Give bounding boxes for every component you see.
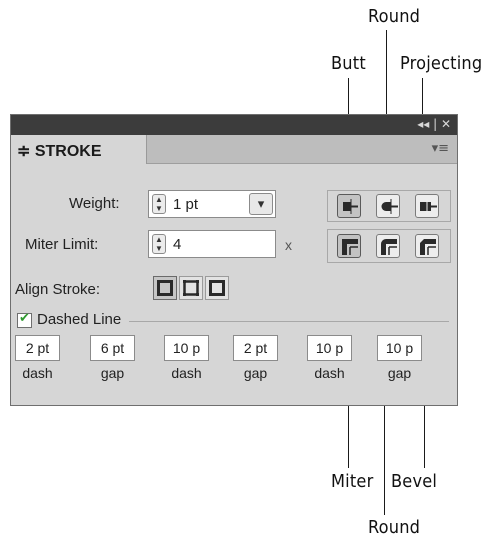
join-buttons-group [327, 229, 451, 263]
bevel-join-icon [420, 239, 436, 255]
miter-join-button[interactable] [337, 234, 361, 258]
panel-menu-icon[interactable]: ▾≡ [432, 141, 449, 156]
callout-projecting: Projecting [400, 53, 483, 74]
butt-cap-button[interactable] [337, 194, 361, 218]
tab-stroke-label: ≑ STROKE [17, 143, 102, 160]
miter-limit-suffix: x [285, 237, 292, 253]
check-icon: ✔ [19, 311, 30, 326]
miter-limit-value: 4 [173, 236, 182, 253]
dashed-line-label: Dashed Line [37, 311, 122, 328]
align-inside-icon [183, 280, 199, 296]
weight-stepper-icon[interactable]: ▲ ▼ [152, 194, 166, 214]
align-center-button[interactable] [153, 276, 177, 300]
round-join-button[interactable] [376, 234, 400, 258]
weight-label: Weight: [69, 195, 120, 212]
gap-3-label: gap [387, 365, 412, 381]
bevel-join-button[interactable] [415, 234, 439, 258]
align-outside-button[interactable] [205, 276, 229, 300]
callout-butt: Butt [331, 53, 366, 74]
projecting-cap-icon [420, 199, 437, 214]
collapse-close-icon[interactable]: ◂◂ | ✕ [417, 117, 451, 131]
dash-3-field[interactable]: 10 p [307, 335, 352, 361]
dash-2-label: dash [171, 365, 202, 381]
align-inside-button[interactable] [179, 276, 203, 300]
dash-1-label: dash [22, 365, 53, 381]
round-cap-icon [381, 199, 398, 214]
projecting-cap-button[interactable] [415, 194, 439, 218]
cap-buttons-group [327, 190, 451, 222]
panel-titlebar: ◂◂ | ✕ [11, 115, 457, 135]
dashed-line-checkbox[interactable]: ✔ [17, 311, 32, 328]
dash-1-field[interactable]: 2 pt [15, 335, 60, 361]
weight-field[interactable]: ▲ ▼ 1 pt ▾ [148, 190, 276, 218]
stroke-panel: ◂◂ | ✕ ≑ STROKE ▾≡ Weight: ▲ ▼ 1 pt ▾ Mi… [10, 114, 458, 406]
round-join-icon [381, 239, 397, 255]
butt-cap-icon [343, 199, 358, 214]
gap-2-field[interactable]: 2 pt [233, 335, 278, 361]
miter-limit-stepper-icon[interactable]: ▲ ▼ [152, 234, 166, 254]
gap-3-field[interactable]: 10 p [377, 335, 422, 361]
gap-1-field[interactable]: 6 pt [90, 335, 135, 361]
callout-round-top: Round [368, 6, 421, 27]
dash-2-field[interactable]: 10 p [164, 335, 209, 361]
panel-tab-row: ≑ STROKE ▾≡ [11, 135, 457, 164]
gap-2-label: gap [243, 365, 268, 381]
miter-limit-field[interactable]: ▲ ▼ 4 [148, 230, 276, 258]
dashed-line-separator [129, 321, 449, 322]
dash-3-label: dash [314, 365, 345, 381]
weight-value: 1 pt [173, 196, 199, 213]
miter-join-icon [342, 239, 358, 255]
callout-round-bottom: Round [368, 517, 421, 538]
callout-miter: Miter [331, 471, 374, 492]
miter-limit-label: Miter Limit: [25, 236, 99, 253]
round-cap-button[interactable] [376, 194, 400, 218]
gap-1-label: gap [100, 365, 125, 381]
callout-bevel: Bevel [391, 471, 438, 492]
align-stroke-label: Align Stroke: [15, 281, 101, 298]
weight-dropdown-icon[interactable]: ▾ [249, 193, 273, 215]
align-outside-icon [209, 280, 225, 296]
tab-stroke[interactable]: ≑ STROKE [11, 135, 147, 164]
align-center-icon [157, 280, 173, 296]
